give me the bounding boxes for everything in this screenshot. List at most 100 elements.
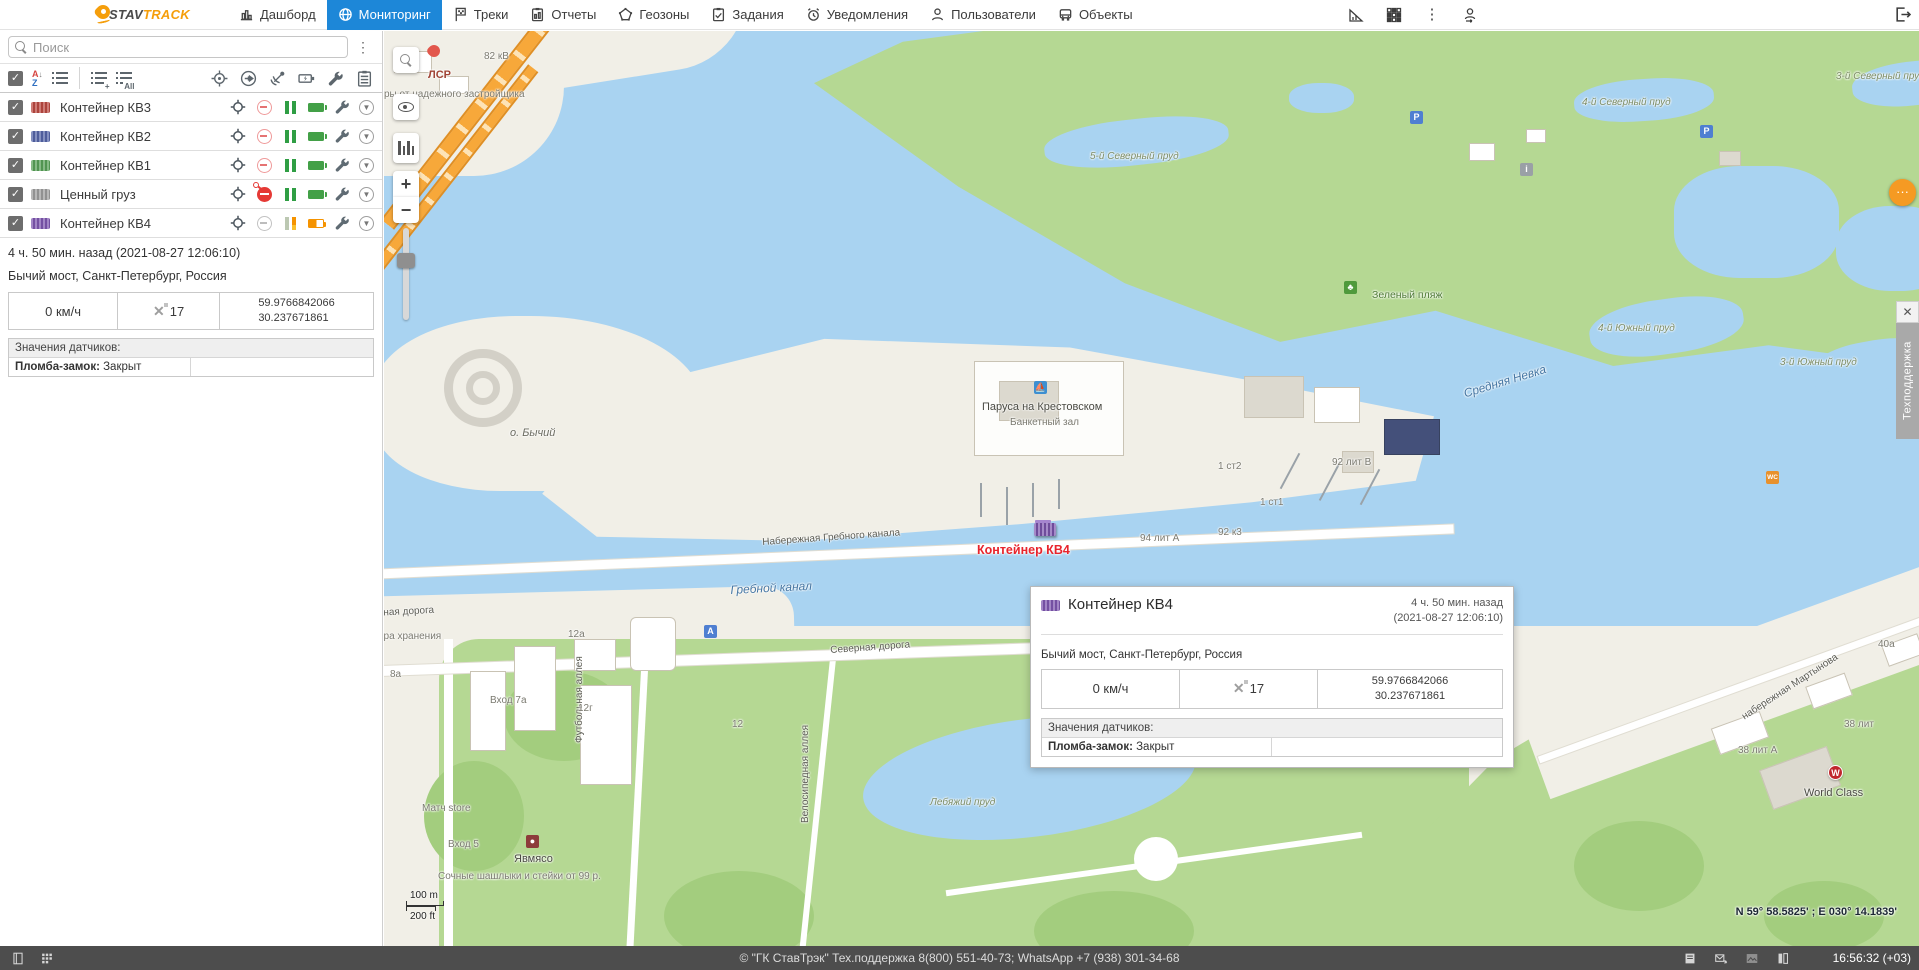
satellite-count: ✕17: [1180, 670, 1318, 708]
unit-checkbox[interactable]: ✓: [8, 216, 23, 231]
expand-icon[interactable]: ▼: [359, 100, 374, 115]
unit-row[interactable]: ✓Контейнер КВ1▼: [0, 151, 382, 180]
unit-checkbox[interactable]: ✓: [8, 129, 23, 144]
support-tab[interactable]: Техподдержка: [1896, 323, 1919, 439]
popup-time: 4 ч. 50 мин. назад (2021-08-27 12:06:10): [1394, 596, 1503, 626]
food-icon[interactable]: ●: [526, 835, 539, 848]
nav-notifications[interactable]: Уведомления: [795, 0, 919, 30]
map-search-button[interactable]: [393, 47, 419, 73]
apps-grid-icon[interactable]: [1385, 6, 1403, 24]
list-view-icon[interactable]: [52, 71, 68, 85]
mail-icon[interactable]: [1714, 951, 1729, 965]
pier: [1006, 487, 1008, 525]
support-chat-icon[interactable]: ···: [1889, 179, 1916, 206]
unit-row[interactable]: ✓Контейнер КВ3▼: [0, 93, 382, 122]
nav-label: Задания: [732, 7, 783, 22]
expand-icon[interactable]: ▼: [359, 216, 374, 231]
parking-icon[interactable]: P: [1700, 125, 1713, 138]
satellites-icon: ✕: [153, 303, 165, 320]
unit-checkbox[interactable]: ✓: [8, 158, 23, 173]
settings-wrench-icon[interactable]: [333, 185, 351, 203]
panel-toggle-icon[interactable]: [10, 951, 25, 965]
world-class-icon[interactable]: W: [1828, 765, 1843, 780]
close-icon[interactable]: ✕: [1896, 301, 1919, 323]
block-status-icon[interactable]: [255, 98, 273, 116]
unit-checkbox[interactable]: ✓: [8, 100, 23, 115]
settings-wrench-icon[interactable]: [325, 68, 345, 88]
nav-reports[interactable]: Отчеты: [519, 0, 607, 30]
settings-wrench-icon[interactable]: [333, 127, 351, 145]
nav-geofences[interactable]: Геозоны: [607, 0, 700, 30]
follow-mode-icon[interactable]: [238, 68, 258, 88]
expand-icon[interactable]: ▼: [359, 158, 374, 173]
select-all-checkbox[interactable]: ✓: [8, 71, 23, 86]
measure-tool-icon[interactable]: [1347, 6, 1365, 24]
locate-all-icon[interactable]: [209, 68, 229, 88]
nav-monitoring[interactable]: Мониторинг: [327, 0, 442, 30]
show-all-icon[interactable]: All: [116, 71, 132, 85]
add-to-list-icon[interactable]: +: [91, 71, 107, 85]
nav-tasks[interactable]: Задания: [700, 0, 794, 30]
satellite-count: ✕17: [118, 293, 220, 329]
apps-grid-icon[interactable]: [39, 951, 54, 965]
zoom-out-button[interactable]: −: [393, 197, 419, 223]
measure-button[interactable]: [393, 133, 419, 163]
unit-row[interactable]: ✓ Контейнер КВ4 ▼: [0, 209, 382, 238]
map-canvas[interactable]: + − ЛСРры от надежного застройщика82 кВ5…: [384, 31, 1919, 946]
expand-icon[interactable]: ▼: [359, 129, 374, 144]
settings-wrench-icon[interactable]: [333, 156, 351, 174]
zoom-slider-handle[interactable]: [397, 253, 415, 268]
unit-marker[interactable]: [1034, 523, 1056, 536]
unit-name: Контейнер КВ4: [60, 216, 221, 231]
search-input[interactable]: [33, 40, 341, 55]
nav-dashboard[interactable]: Дашборд: [228, 0, 327, 30]
expand-icon[interactable]: ▼: [359, 187, 374, 202]
satellite-icon[interactable]: [267, 68, 287, 88]
locate-icon[interactable]: [229, 98, 247, 116]
block-status-icon[interactable]: [255, 156, 273, 174]
container-icon: [31, 189, 50, 200]
search-menu-icon[interactable]: ⋮: [356, 44, 370, 50]
bus-stop-icon[interactable]: A: [704, 625, 717, 638]
block-status-icon[interactable]: [255, 185, 273, 203]
block-status-icon[interactable]: [255, 214, 273, 232]
zoom-in-button[interactable]: +: [393, 171, 419, 197]
more-menu-icon[interactable]: ⋮: [1423, 6, 1441, 24]
clipboard-list-icon[interactable]: [354, 68, 374, 88]
motion-status-icon: [281, 156, 299, 174]
map-plaza: [1134, 837, 1178, 881]
wc-icon[interactable]: WC: [1766, 471, 1779, 484]
unit-row[interactable]: ✓Контейнер КВ2▼: [0, 122, 382, 151]
nav-label: Мониторинг: [359, 7, 431, 22]
unit-row[interactable]: ✓Ценный груз▼: [0, 180, 382, 209]
block-status-icon[interactable]: [255, 127, 273, 145]
layer-visibility-button[interactable]: [393, 94, 419, 120]
panel-list-icon[interactable]: [1683, 951, 1698, 965]
locate-icon[interactable]: [229, 156, 247, 174]
app-logo[interactable]: STAVTRACK: [95, 5, 190, 25]
locate-icon[interactable]: [229, 185, 247, 203]
locate-icon[interactable]: [229, 214, 247, 232]
image-icon[interactable]: [1745, 951, 1760, 965]
columns-icon[interactable]: [1776, 951, 1791, 965]
nav-tracks[interactable]: Треки: [442, 0, 520, 30]
zoom-slider-track[interactable]: [403, 228, 409, 320]
account-switch-icon[interactable]: [1461, 6, 1479, 24]
sailing-icon[interactable]: ⛵: [1034, 381, 1047, 394]
tree-icon[interactable]: ♣: [1344, 281, 1357, 294]
settings-wrench-icon[interactable]: [333, 214, 351, 232]
info-icon[interactable]: i: [1520, 163, 1533, 176]
settings-wrench-icon[interactable]: [333, 98, 351, 116]
nav-objects[interactable]: Объекты: [1047, 0, 1144, 30]
building: [439, 76, 469, 94]
unit-checkbox[interactable]: ✓: [8, 187, 23, 202]
locate-icon[interactable]: [229, 127, 247, 145]
sort-az-icon[interactable]: A↓Z: [32, 70, 43, 87]
container-icon: [31, 160, 50, 171]
support-panel: ✕ Техподдержка: [1896, 301, 1919, 439]
building: [1244, 376, 1304, 418]
parking-icon[interactable]: P: [1410, 111, 1423, 124]
battery-power-icon[interactable]: [296, 68, 316, 88]
nav-users[interactable]: Пользователи: [919, 0, 1047, 30]
logout-icon[interactable]: [1894, 6, 1911, 28]
